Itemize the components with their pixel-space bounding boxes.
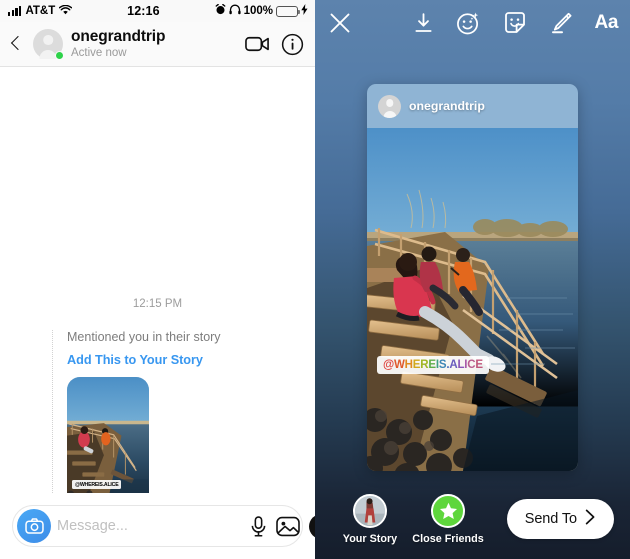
share-destination-bar: Your Story Close Friends Send To [315,479,630,559]
charging-bolt-icon [301,4,308,18]
dual-pane-screenshot: AT&T 12:16 100% onegrandtrip Active now … [0,0,630,559]
download-icon[interactable] [413,12,434,34]
story-mention-tag[interactable]: @WHEREIS.ALICE [377,356,489,374]
message-composer: + [0,493,334,559]
battery-icon [276,5,301,17]
status-bar: AT&T 12:16 100% [0,0,315,22]
status-bar-right: 100% [215,3,308,18]
story-card-username: onegrandtrip [409,99,485,113]
send-to-button[interactable]: Send To [506,499,614,539]
pier-photo-thumb [67,377,149,493]
video-call-icon[interactable] [245,35,270,53]
header-text-block: onegrandtrip Active now [71,28,237,59]
story-thumbnail[interactable]: @WHEREIS.ALICE [67,377,149,493]
camera-icon[interactable] [17,509,51,543]
back-button[interactable] [9,36,25,52]
dm-nav-header: onegrandtrip Active now [0,22,315,67]
signal-bars-icon [8,6,22,16]
star-icon [431,493,465,528]
story-editor-toolbar: Aa [315,0,630,46]
online-status-dot [55,51,64,60]
alarm-icon [215,3,226,18]
close-friends-option[interactable]: Close Friends [409,493,487,545]
dm-conversation-panel: AT&T 12:16 100% onegrandtrip Active now … [0,0,334,559]
mention-text: Mentioned you in their story [67,330,221,344]
search-input[interactable] [57,518,244,534]
gallery-icon[interactable] [276,516,300,537]
carrier-label: AT&T [25,5,56,17]
headphones-icon [228,4,241,18]
pier-photo-large [367,128,578,471]
close-icon[interactable] [329,12,351,34]
send-to-label: Send To [524,511,577,527]
your-story-option[interactable]: Your Story [331,493,409,545]
face-effects-icon[interactable] [456,11,481,36]
your-story-label: Your Story [342,532,398,545]
thread-dotted-rail [52,330,53,493]
story-mention-message: Mentioned you in their story Add This to… [52,330,302,493]
page-title: onegrandtrip [71,28,166,46]
text-tool-button[interactable]: Aa [595,12,619,34]
status-bar-left: AT&T [8,4,73,18]
clock-label: 12:16 [127,4,160,18]
battery-percent-label: 100% [243,5,273,17]
add-to-your-story-link[interactable]: Add This to Your Story [67,353,302,367]
wifi-icon [59,4,73,18]
message-timestamp: 12:15 PM [132,298,183,310]
header-actions [245,33,304,56]
avatar [378,94,401,118]
info-icon[interactable] [281,33,304,56]
composer-pill: + [12,505,334,547]
story-share-panel: Aa onegrandtrip @WHEREIS.ALICE Your Stor… [315,0,630,559]
story-preview-card[interactable]: onegrandtrip @WHEREIS.ALICE [367,84,578,471]
avatar[interactable] [33,29,64,60]
active-status-label: Active now [71,46,127,59]
microphone-icon[interactable] [250,515,267,537]
close-friends-label: Close Friends [412,532,484,545]
message-thread: 12:15 PM Mentioned you in their story Ad… [0,67,315,493]
sticker-icon[interactable] [503,11,527,35]
pen-draw-icon[interactable] [549,11,573,35]
chevron-right-icon [585,509,596,530]
your-story-thumbnail [353,493,387,528]
story-message-body: Mentioned you in their story Add This to… [52,330,302,493]
story-mention-tag-thumb: @WHEREIS.ALICE [72,480,122,489]
story-card-header: onegrandtrip [367,84,578,128]
